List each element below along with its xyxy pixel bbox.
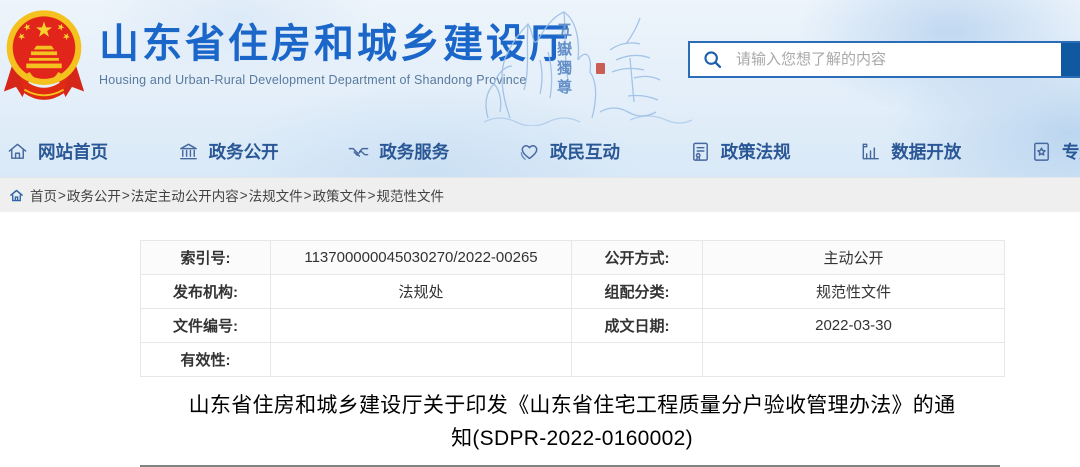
breadcrumb-item-regulation-files[interactable]: 法规文件 — [249, 185, 303, 205]
meta-label-document-number: 文件编号: — [140, 308, 271, 343]
document-title: 山东省住房和城乡建设厅关于印发《山东省住宅工程质量分户验收管理办法》的通知(SD… — [188, 394, 956, 450]
breadcrumb-separator: > — [121, 187, 130, 203]
nav-item-policies[interactable]: 政策法规 — [689, 139, 791, 164]
nav-item-label: 数据开放 — [891, 141, 962, 162]
meta-label-category: 组配分类: — [571, 274, 703, 309]
meta-value-document-number — [270, 308, 572, 343]
nav-item-label: 政务服务 — [379, 141, 450, 162]
meta-value-issue-date: 2022-03-30 — [702, 308, 1005, 343]
nav-item-gov-services[interactable]: 政务服务 — [347, 139, 449, 164]
nav-item-home[interactable]: 网站首页 — [6, 139, 108, 164]
search-button[interactable] — [1061, 43, 1080, 76]
handshake-icon — [348, 147, 369, 157]
table-row: 发布机构: 法规处 组配分类: 规范性文件 — [140, 274, 1005, 309]
meta-value-issuing-agency: 法规处 — [270, 274, 572, 309]
site-title-block: 山东省住房和城乡建设厅 Housing and Urban-Rural Deve… — [99, 22, 572, 87]
nav-item-gov-info[interactable]: 政务公开 — [177, 139, 279, 164]
nav-item-label: 网站首页 — [38, 141, 108, 162]
breadcrumb-item-policy-files[interactable]: 政策文件 — [313, 185, 367, 205]
meta-label-issuing-agency: 发布机构: — [140, 274, 271, 309]
document-meta-table: 索引号: 113700000045030270/2022-00265 公开方式:… — [140, 240, 1005, 377]
meta-label-validity: 有效性: — [140, 342, 271, 377]
meta-value-index-number: 113700000045030270/2022-00265 — [270, 240, 572, 275]
national-emblem-logo — [3, 10, 85, 100]
meta-value-empty — [702, 342, 1005, 377]
nav-item-open-data[interactable]: 数据开放 — [859, 139, 961, 164]
nav-item-interaction[interactable]: 政民互动 — [518, 139, 620, 164]
site-title: 山东省住房和城乡建设厅 — [99, 22, 572, 66]
bar-chart-icon — [862, 143, 880, 159]
nav-item-label: 政民互动 — [549, 141, 620, 162]
painting-seal-text: 五嶽獨尊 — [555, 22, 572, 98]
home-icon — [8, 143, 27, 159]
meta-label-disclosure-method: 公开方式: — [571, 240, 703, 275]
meta-label-empty — [571, 342, 703, 377]
breadcrumb-separator: > — [58, 187, 66, 203]
breadcrumb-separator: > — [239, 187, 248, 203]
nav-item-label: 政务公开 — [208, 141, 279, 162]
breadcrumb-separator: > — [367, 187, 376, 203]
site-title-english: Housing and Urban-Rural Development Depa… — [99, 73, 527, 87]
heart-icon — [520, 144, 538, 160]
home-icon[interactable] — [9, 188, 24, 203]
breadcrumb-item-statutory-disclosure[interactable]: 法定主动公开内容 — [131, 185, 239, 205]
breadcrumb-item-home[interactable]: 首页 — [30, 185, 57, 205]
star-document-icon — [1034, 142, 1049, 161]
site-search — [688, 41, 1080, 78]
nav-item-label: 专题专栏 — [1061, 141, 1080, 162]
table-row: 文件编号: 成文日期: 2022-03-30 — [140, 308, 1005, 343]
breadcrumb: 首页 > 政务公开 > 法定主动公开内容 > 法规文件 > 政策文件 > 规范性… — [0, 178, 1080, 212]
bank-icon — [179, 143, 197, 159]
nav-item-special-topics[interactable]: 专题专栏 — [1030, 139, 1080, 164]
search-input[interactable] — [736, 43, 1061, 76]
main-navigation: 网站首页 政务公开 政务服务 政民互动 政策法规 数据开放 专 — [0, 125, 1080, 177]
breadcrumb-separator: > — [303, 187, 312, 203]
meta-label-issue-date: 成文日期: — [571, 308, 703, 343]
breadcrumb-item-gov-info[interactable]: 政务公开 — [67, 185, 121, 205]
search-icon — [690, 43, 736, 76]
nav-item-label: 政策法规 — [720, 141, 791, 162]
table-row: 有效性: — [140, 342, 1005, 377]
site-header: 山东省住房和城乡建设厅 Housing and Urban-Rural Deve… — [0, 0, 1080, 178]
meta-label-index-number: 索引号: — [140, 240, 271, 275]
page: 山东省住房和城乡建设厅 Housing and Urban-Rural Deve… — [0, 0, 1080, 467]
breadcrumb-item-current: 规范性文件 — [376, 189, 444, 204]
meta-value-disclosure-method: 主动公开 — [702, 240, 1005, 275]
meta-value-validity — [270, 342, 572, 377]
document-seal-icon — [692, 142, 708, 161]
red-seal-stamp — [596, 63, 605, 74]
meta-value-category: 规范性文件 — [702, 274, 1005, 309]
document-content: 索引号: 113700000045030270/2022-00265 公开方式:… — [140, 240, 1005, 467]
table-row: 索引号: 113700000045030270/2022-00265 公开方式:… — [140, 240, 1005, 275]
